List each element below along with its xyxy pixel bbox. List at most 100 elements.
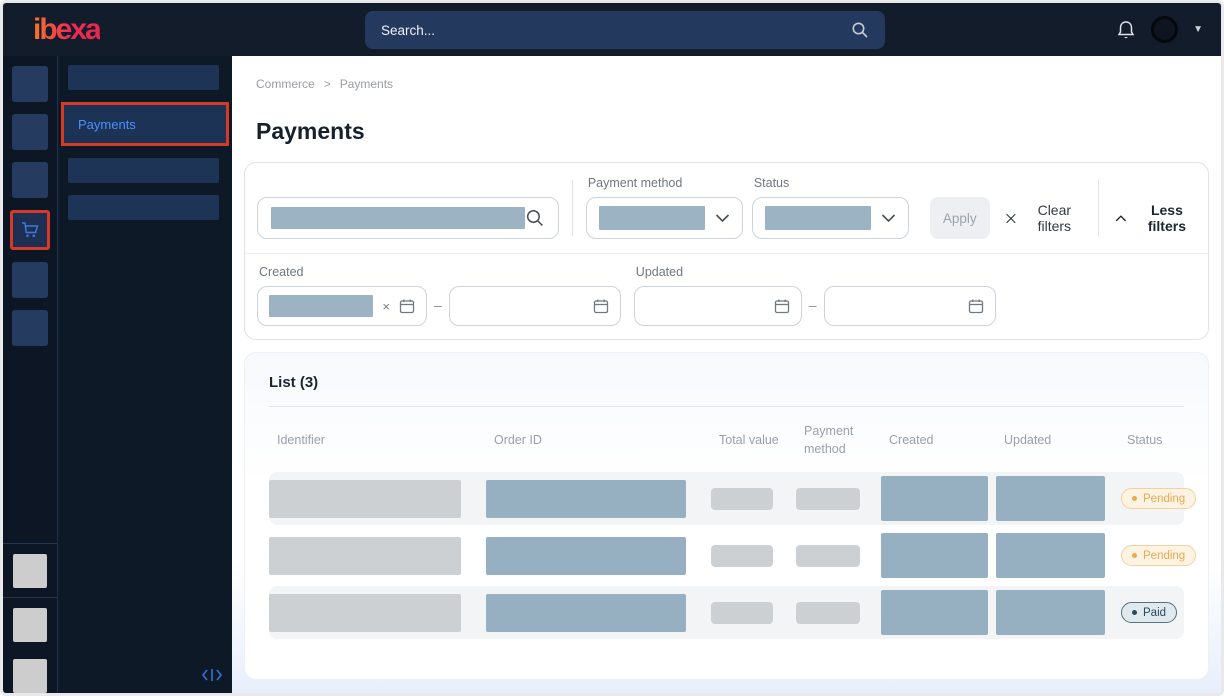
total-value-skeleton bbox=[711, 602, 773, 624]
date-range-separator: – bbox=[434, 297, 442, 313]
rail-bottom-item-2[interactable] bbox=[13, 608, 47, 642]
total-value-skeleton bbox=[711, 488, 773, 510]
app-window: ibexa Search... ▼ bbox=[0, 0, 1224, 696]
sidebar-item-payments[interactable]: Payments bbox=[61, 102, 229, 146]
sidebar-item-1[interactable] bbox=[68, 65, 219, 90]
rail-divider bbox=[3, 543, 57, 544]
column-header-updated: Updated bbox=[996, 432, 1119, 450]
column-header-created: Created bbox=[881, 432, 996, 450]
user-menu-caret-icon[interactable]: ▼ bbox=[1193, 24, 1203, 35]
ibexa-logo: ibexa bbox=[33, 13, 100, 47]
topbar-actions: ▼ bbox=[1116, 16, 1203, 43]
rail-nav-item-3[interactable] bbox=[12, 162, 48, 198]
created-skeleton bbox=[881, 590, 988, 635]
rail-bottom-item-1[interactable] bbox=[13, 554, 47, 588]
created-label: Created bbox=[259, 265, 427, 279]
updated-label: Updated bbox=[636, 265, 802, 279]
clear-date-icon[interactable]: × bbox=[382, 300, 390, 313]
column-header-identifier: Identifier bbox=[269, 432, 486, 450]
cart-icon bbox=[20, 220, 40, 240]
table-row[interactable]: Paid bbox=[269, 586, 1184, 639]
status-select[interactable] bbox=[752, 197, 909, 239]
search-value-skeleton bbox=[271, 207, 525, 229]
secondary-sidebar: Payments bbox=[58, 56, 232, 693]
updated-skeleton bbox=[996, 476, 1105, 521]
table-row[interactable]: Pending bbox=[269, 529, 1184, 582]
sidebar-collapse-icon[interactable] bbox=[201, 667, 223, 688]
clear-filters-button[interactable]: Clear filters bbox=[1005, 197, 1083, 239]
table-row[interactable]: Pending bbox=[269, 472, 1184, 525]
updated-skeleton bbox=[996, 533, 1105, 578]
rail-divider bbox=[3, 597, 57, 598]
order-id-skeleton bbox=[486, 594, 686, 632]
user-avatar[interactable] bbox=[1151, 16, 1178, 43]
calendar-icon[interactable] bbox=[593, 298, 609, 314]
rail-nav-item-5[interactable] bbox=[12, 262, 48, 298]
page-title: Payments bbox=[256, 118, 1197, 145]
updated-from-input[interactable] bbox=[634, 286, 802, 326]
total-value-skeleton bbox=[711, 545, 773, 567]
filters-panel: Payment method Status bbox=[244, 162, 1209, 340]
divider bbox=[572, 180, 573, 236]
list-title: List (3) bbox=[269, 374, 1184, 391]
created-to-input[interactable] bbox=[449, 286, 621, 326]
chevron-down-icon bbox=[881, 213, 896, 223]
column-header-payment-method: Payment method bbox=[796, 423, 881, 458]
payment-method-skeleton bbox=[796, 545, 860, 567]
created-skeleton bbox=[881, 476, 988, 521]
status-dot-icon bbox=[1132, 553, 1137, 558]
status-badge: Paid bbox=[1121, 602, 1177, 623]
status-value-skeleton bbox=[765, 206, 871, 230]
breadcrumb-commerce[interactable]: Commerce bbox=[256, 77, 315, 91]
global-search-input[interactable]: Search... bbox=[365, 11, 885, 49]
search-icon bbox=[525, 208, 545, 228]
calendar-icon[interactable] bbox=[399, 298, 415, 314]
breadcrumb-payments: Payments bbox=[340, 77, 393, 91]
rail-nav-item-2[interactable] bbox=[12, 114, 48, 150]
sidebar-item-3[interactable] bbox=[68, 158, 219, 183]
icon-rail bbox=[3, 56, 58, 693]
status-badge: Pending bbox=[1121, 488, 1196, 509]
identifier-skeleton bbox=[269, 594, 461, 632]
payment-method-skeleton bbox=[796, 602, 860, 624]
global-search-placeholder: Search... bbox=[381, 23, 435, 38]
breadcrumb: Commerce > Payments bbox=[244, 56, 1209, 91]
less-filters-button[interactable]: Less filters bbox=[1115, 197, 1196, 239]
created-from-input[interactable]: × bbox=[257, 286, 427, 326]
divider bbox=[1098, 180, 1099, 236]
column-header-order-id: Order ID bbox=[486, 432, 711, 450]
updated-to-input[interactable] bbox=[824, 286, 996, 326]
payments-list-panel: List (3) Identifier Order ID Total value… bbox=[244, 352, 1209, 680]
payment-method-skeleton bbox=[796, 488, 860, 510]
sidebar-item-4[interactable] bbox=[68, 195, 219, 220]
chevron-down-icon bbox=[715, 213, 730, 223]
bell-icon[interactable] bbox=[1116, 19, 1136, 41]
rail-bottom-item-3[interactable] bbox=[13, 659, 47, 693]
column-header-total-value: Total value bbox=[711, 432, 796, 450]
breadcrumb-separator: > bbox=[324, 77, 331, 91]
rail-nav-item-commerce[interactable] bbox=[10, 210, 50, 250]
rail-nav-item-1[interactable] bbox=[12, 66, 48, 102]
payment-method-label: Payment method bbox=[588, 176, 743, 190]
order-id-skeleton bbox=[486, 537, 686, 575]
order-id-skeleton bbox=[486, 480, 686, 518]
calendar-icon[interactable] bbox=[774, 298, 790, 314]
payment-method-select[interactable] bbox=[586, 197, 743, 239]
table-header-row: Identifier Order ID Total value Payment … bbox=[269, 407, 1184, 472]
date-range-separator: – bbox=[809, 297, 817, 313]
status-label: Status bbox=[754, 176, 909, 190]
status-dot-icon bbox=[1132, 610, 1137, 615]
top-bar: ibexa Search... ▼ bbox=[3, 3, 1221, 56]
calendar-icon[interactable] bbox=[968, 298, 984, 314]
created-from-value-skeleton bbox=[269, 295, 373, 317]
status-badge: Pending bbox=[1121, 545, 1196, 566]
rail-nav-item-6[interactable] bbox=[12, 310, 48, 346]
apply-button[interactable]: Apply bbox=[930, 197, 990, 239]
clear-filters-label: Clear filters bbox=[1026, 202, 1082, 234]
created-skeleton bbox=[881, 533, 988, 578]
payment-method-value-skeleton bbox=[599, 206, 705, 230]
filter-search-input[interactable] bbox=[257, 197, 559, 239]
updated-skeleton bbox=[996, 590, 1105, 635]
chevron-up-icon bbox=[1115, 214, 1127, 223]
less-filters-label: Less filters bbox=[1138, 202, 1196, 234]
